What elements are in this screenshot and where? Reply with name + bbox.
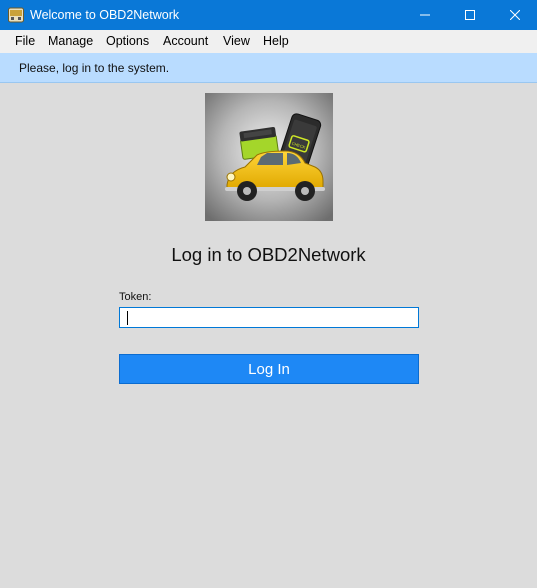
info-message: Please, log in to the system. (19, 61, 170, 75)
menu-manage[interactable]: Manage (48, 34, 93, 49)
text-caret (127, 311, 128, 325)
obd2-car-device-logo: CHECK (205, 93, 333, 221)
info-bar: Please, log in to the system. (0, 53, 537, 83)
close-icon (510, 10, 520, 20)
token-input[interactable] (119, 307, 419, 328)
menu-help[interactable]: Help (263, 34, 289, 49)
app-icon (8, 7, 24, 23)
window-title: Welcome to OBD2Network (30, 8, 180, 22)
title-bar[interactable]: Welcome to OBD2Network (0, 0, 537, 30)
menu-options[interactable]: Options (106, 34, 149, 49)
menu-account[interactable]: Account (163, 34, 208, 49)
minimize-icon (420, 14, 430, 16)
maximize-button[interactable] (447, 0, 493, 30)
login-button[interactable]: Log In (119, 354, 419, 384)
menu-bar: File Manage Options Account View Help (0, 30, 537, 53)
token-label: Token: (119, 291, 152, 303)
minimize-button[interactable] (402, 0, 448, 30)
menu-view[interactable]: View (223, 34, 250, 49)
menu-file[interactable]: File (15, 34, 35, 49)
close-button[interactable] (492, 0, 537, 30)
maximize-icon (465, 10, 475, 20)
login-heading: Log in to OBD2Network (171, 244, 366, 265)
